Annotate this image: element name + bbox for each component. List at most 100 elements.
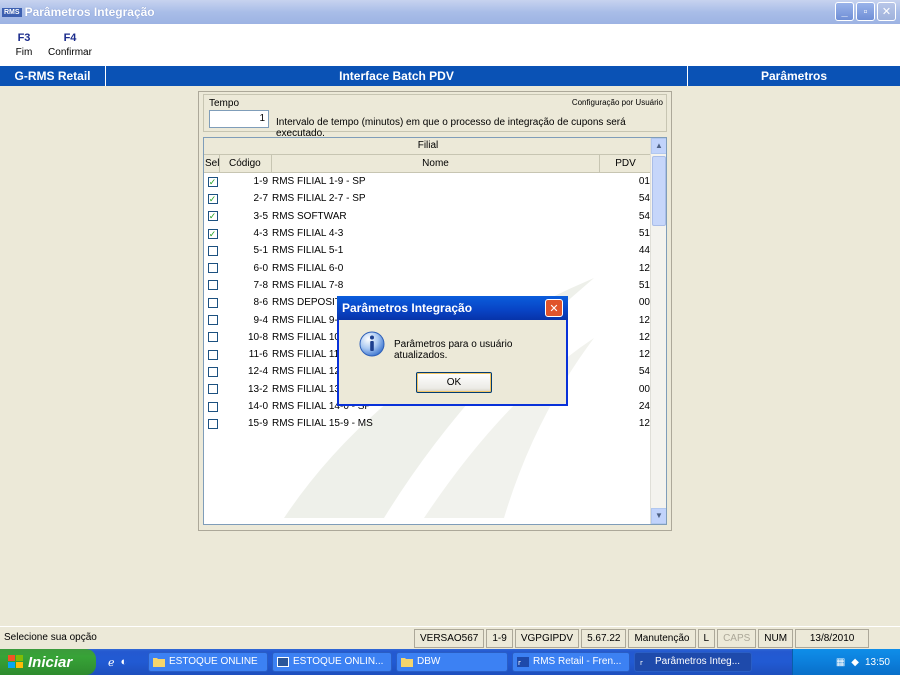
- checkbox-unchecked-icon[interactable]: [207, 384, 218, 395]
- checkbox-checked-icon[interactable]: ✓: [207, 211, 218, 222]
- task-rms-retail[interactable]: r RMS Retail - Fren...: [512, 652, 630, 672]
- checkbox-unchecked-icon[interactable]: [207, 245, 218, 256]
- checkbox-unchecked-icon[interactable]: [207, 418, 218, 429]
- start-label: Iniciar: [28, 653, 73, 671]
- scroll-up-icon[interactable]: ▲: [651, 138, 666, 154]
- cell-pdv: 12: [638, 262, 650, 274]
- task-estoque-online-folder[interactable]: ESTOQUE ONLINE: [148, 652, 268, 672]
- cell-codigo: 9-4: [253, 314, 268, 326]
- table-row[interactable]: ✓ 4-3 RMS FILIAL 4-3 51: [204, 225, 652, 242]
- start-button[interactable]: Iniciar: [0, 649, 96, 675]
- checkbox-unchecked-icon[interactable]: [207, 263, 218, 274]
- dialog-title-bar[interactable]: Parâmetros Integração: [337, 296, 568, 320]
- cell-nome: RMS FILIAL 6-0: [272, 262, 344, 274]
- table-row[interactable]: 5-1 RMS FILIAL 5-1 44: [204, 242, 652, 259]
- task-parametros-integracao[interactable]: r Parâmetros Integ...: [634, 652, 752, 672]
- table-row[interactable]: ✓ 1-9 RMS FILIAL 1-9 - SP 01: [204, 173, 652, 190]
- close-button[interactable]: ✕: [877, 2, 896, 21]
- svg-text:r: r: [640, 659, 643, 667]
- cell-nome: RMS FILIAL 1-9 - SP: [272, 176, 366, 188]
- checkbox-unchecked-icon[interactable]: [207, 366, 218, 377]
- network-icon[interactable]: ▦: [836, 657, 845, 668]
- scroll-down-icon[interactable]: ▼: [651, 508, 666, 524]
- row-select-cell: [204, 332, 220, 343]
- cell-codigo: 10-8: [247, 331, 268, 343]
- status-bar: Selecione sua opção VERSAO567 1-9 VGPGIP…: [0, 626, 900, 649]
- status-l: L: [697, 628, 716, 648]
- dialog-close-button[interactable]: ✕: [545, 299, 563, 317]
- confirmar-label: Confirmar: [48, 47, 92, 58]
- checkbox-checked-icon[interactable]: ✓: [207, 176, 218, 187]
- status-filial: 1-9: [486, 628, 513, 648]
- cell-codigo: 1-9: [253, 176, 268, 188]
- table-row[interactable]: ✓ 2-7 RMS FILIAL 2-7 - SP 54: [204, 190, 652, 207]
- task-dbw[interactable]: DBW: [396, 652, 508, 672]
- checkbox-unchecked-icon[interactable]: [207, 401, 218, 412]
- cell-pdv: 54: [638, 366, 650, 378]
- row-select-cell: ✓: [204, 228, 220, 239]
- scroll-thumb[interactable]: [652, 156, 666, 226]
- status-date: 13/8/2010: [795, 628, 870, 648]
- checkbox-unchecked-icon[interactable]: [207, 332, 218, 343]
- col-sel[interactable]: Sel: [204, 155, 220, 172]
- cell-codigo: 2-7: [253, 193, 268, 205]
- table-row[interactable]: 6-0 RMS FILIAL 6-0 12: [204, 259, 652, 276]
- status-build: 5.67.22: [581, 628, 627, 648]
- info-icon: [359, 331, 385, 357]
- folder-icon: [153, 658, 165, 667]
- row-select-cell: [204, 315, 220, 326]
- quick-launch: ℯ ◐: [108, 656, 148, 669]
- tempo-description: Intervalo de tempo (minutos) em que o pr…: [276, 117, 626, 139]
- status-program: VGPGIPDV: [514, 628, 580, 648]
- checkbox-unchecked-icon[interactable]: [207, 297, 218, 308]
- row-select-cell: [204, 349, 220, 360]
- table-row[interactable]: 15-9 RMS FILIAL 15-9 - MS 12: [204, 415, 652, 432]
- cell-nome: RMS FILIAL 4-3: [272, 228, 344, 240]
- ie-icon[interactable]: ℯ: [108, 656, 115, 669]
- config-label: Configuração por Usuário: [571, 98, 663, 107]
- task-estoque-online-word[interactable]: ESTOQUE ONLIN...: [272, 652, 392, 672]
- minimize-button[interactable]: _: [835, 2, 854, 21]
- checkbox-unchecked-icon[interactable]: [207, 349, 218, 360]
- row-select-cell: ✓: [204, 193, 220, 204]
- checkbox-unchecked-icon[interactable]: [207, 280, 218, 291]
- task-label: DBW: [417, 656, 441, 667]
- cell-pdv: 12: [638, 331, 650, 343]
- grid-scrollbar[interactable]: ▲ ▼: [650, 138, 666, 524]
- table-row[interactable]: ✓ 3-5 RMS SOFTWAR 54: [204, 208, 652, 225]
- confirmar-key: F4: [63, 32, 77, 44]
- table-row[interactable]: 7-8 RMS FILIAL 7-8 51: [204, 277, 652, 294]
- fim-label: Fim: [15, 47, 33, 58]
- window-title-bar[interactable]: RMS Parâmetros Integração _ ▫ ✕: [0, 0, 900, 24]
- task-label: ESTOQUE ONLINE: [169, 656, 258, 667]
- task-label: RMS Retail - Fren...: [533, 656, 622, 667]
- checkbox-unchecked-icon[interactable]: [207, 315, 218, 326]
- col-pdv[interactable]: PDV: [600, 155, 652, 172]
- confirmar-button[interactable]: F4 Confirmar: [48, 24, 92, 66]
- restore-button[interactable]: ▫: [856, 2, 875, 21]
- checkbox-checked-icon[interactable]: ✓: [207, 193, 218, 204]
- checkbox-checked-icon[interactable]: ✓: [207, 228, 218, 239]
- cell-pdv: 00: [638, 297, 650, 309]
- tempo-input[interactable]: 1: [209, 110, 269, 128]
- tray-rms-icon[interactable]: ◆: [851, 657, 859, 668]
- cell-codigo: 4-3: [253, 228, 268, 240]
- status-caps: CAPS: [717, 628, 757, 648]
- col-nome[interactable]: Nome: [272, 155, 600, 172]
- fim-button[interactable]: F3 Fim: [6, 24, 42, 66]
- row-select-cell: [204, 418, 220, 429]
- cell-codigo: 6-0: [253, 262, 268, 274]
- header-screen-title: Interface Batch PDV: [106, 66, 688, 86]
- status-version: VERSAO567: [414, 628, 485, 648]
- explorer-icon[interactable]: ◐: [121, 656, 128, 669]
- task-label: ESTOQUE ONLIN...: [293, 656, 384, 667]
- cell-pdv: 12: [638, 314, 650, 326]
- ok-button[interactable]: OK: [416, 372, 492, 393]
- row-select-cell: ✓: [204, 211, 220, 222]
- col-codigo[interactable]: Código: [220, 155, 272, 172]
- fim-key: F3: [17, 32, 31, 44]
- status-mode: Manutenção: [628, 628, 696, 648]
- function-key-toolbar: F3 Fim F4 Confirmar: [0, 24, 900, 66]
- header-band: G-RMS Retail Interface Batch PDV Parâmet…: [0, 66, 900, 86]
- rms-icon: r: [517, 657, 529, 667]
